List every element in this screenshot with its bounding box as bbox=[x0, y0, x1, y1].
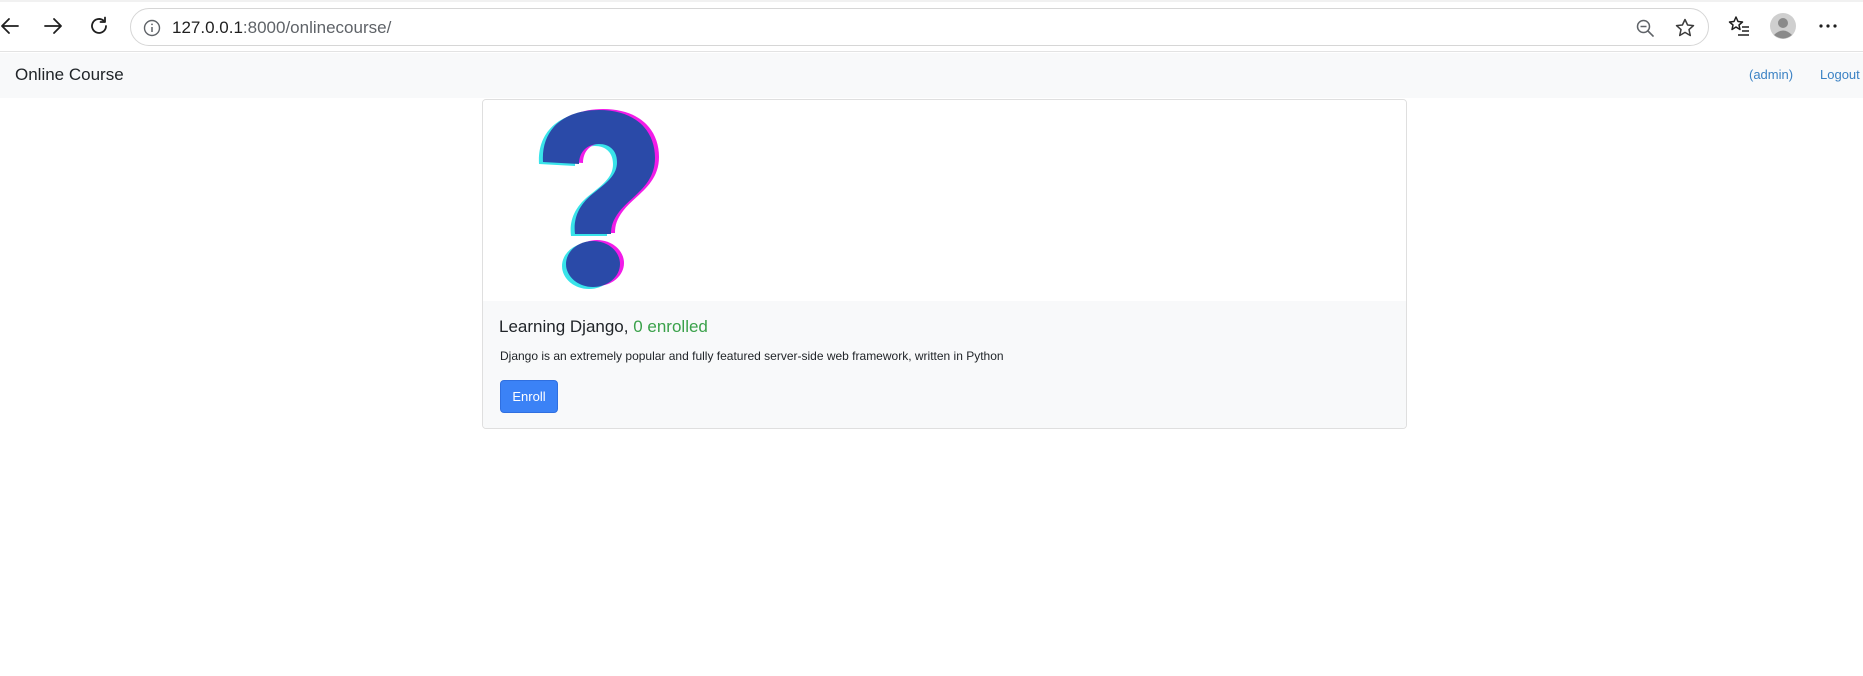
back-button[interactable] bbox=[0, 8, 28, 44]
favorites-icon bbox=[1728, 16, 1749, 36]
brand-link[interactable]: Online Course bbox=[15, 64, 124, 86]
refresh-button[interactable] bbox=[81, 8, 117, 44]
zoom-out-icon[interactable] bbox=[1633, 16, 1657, 40]
course-card-body: Learning Django, 0 enrolled Django is an… bbox=[483, 301, 1406, 428]
browser-toolbar: 127.0.0.1:8000/onlinecourse/ bbox=[0, 0, 1863, 52]
course-name: Learning Django, bbox=[499, 317, 629, 336]
back-icon bbox=[1, 18, 19, 34]
info-icon[interactable] bbox=[141, 17, 163, 39]
forward-icon bbox=[44, 18, 62, 34]
app-navbar: Online Course (admin) Logout bbox=[0, 53, 1863, 98]
more-icon bbox=[1819, 24, 1837, 28]
profile-button[interactable] bbox=[1765, 8, 1801, 44]
address-bar[interactable]: 127.0.0.1:8000/onlinecourse/ bbox=[130, 8, 1709, 46]
url-text[interactable]: 127.0.0.1:8000/onlinecourse/ bbox=[172, 17, 391, 39]
star-icon[interactable] bbox=[1673, 16, 1697, 40]
course-title: Learning Django, 0 enrolled bbox=[499, 316, 708, 338]
admin-user-link[interactable]: (admin) bbox=[1749, 67, 1793, 83]
forward-button[interactable] bbox=[35, 8, 71, 44]
enrolled-count: 0 enrolled bbox=[633, 317, 708, 336]
favorites-button[interactable] bbox=[1721, 8, 1757, 44]
profile-icon bbox=[1770, 13, 1796, 39]
course-card: Learning Django, 0 enrolled Django is an… bbox=[482, 99, 1407, 429]
refresh-icon bbox=[91, 16, 107, 34]
enroll-button[interactable]: Enroll bbox=[500, 380, 558, 413]
question-mark-icon bbox=[538, 109, 659, 289]
course-description: Django is an extremely popular and fully… bbox=[500, 349, 1004, 363]
course-image bbox=[483, 100, 1406, 301]
url-host: 127.0.0.1 bbox=[172, 18, 243, 37]
tab-strip-edge bbox=[0, 0, 1863, 2]
url-path: :8000/onlinecourse/ bbox=[242, 18, 392, 37]
logout-link[interactable]: Logout bbox=[1820, 67, 1860, 83]
more-button[interactable] bbox=[1810, 8, 1846, 44]
